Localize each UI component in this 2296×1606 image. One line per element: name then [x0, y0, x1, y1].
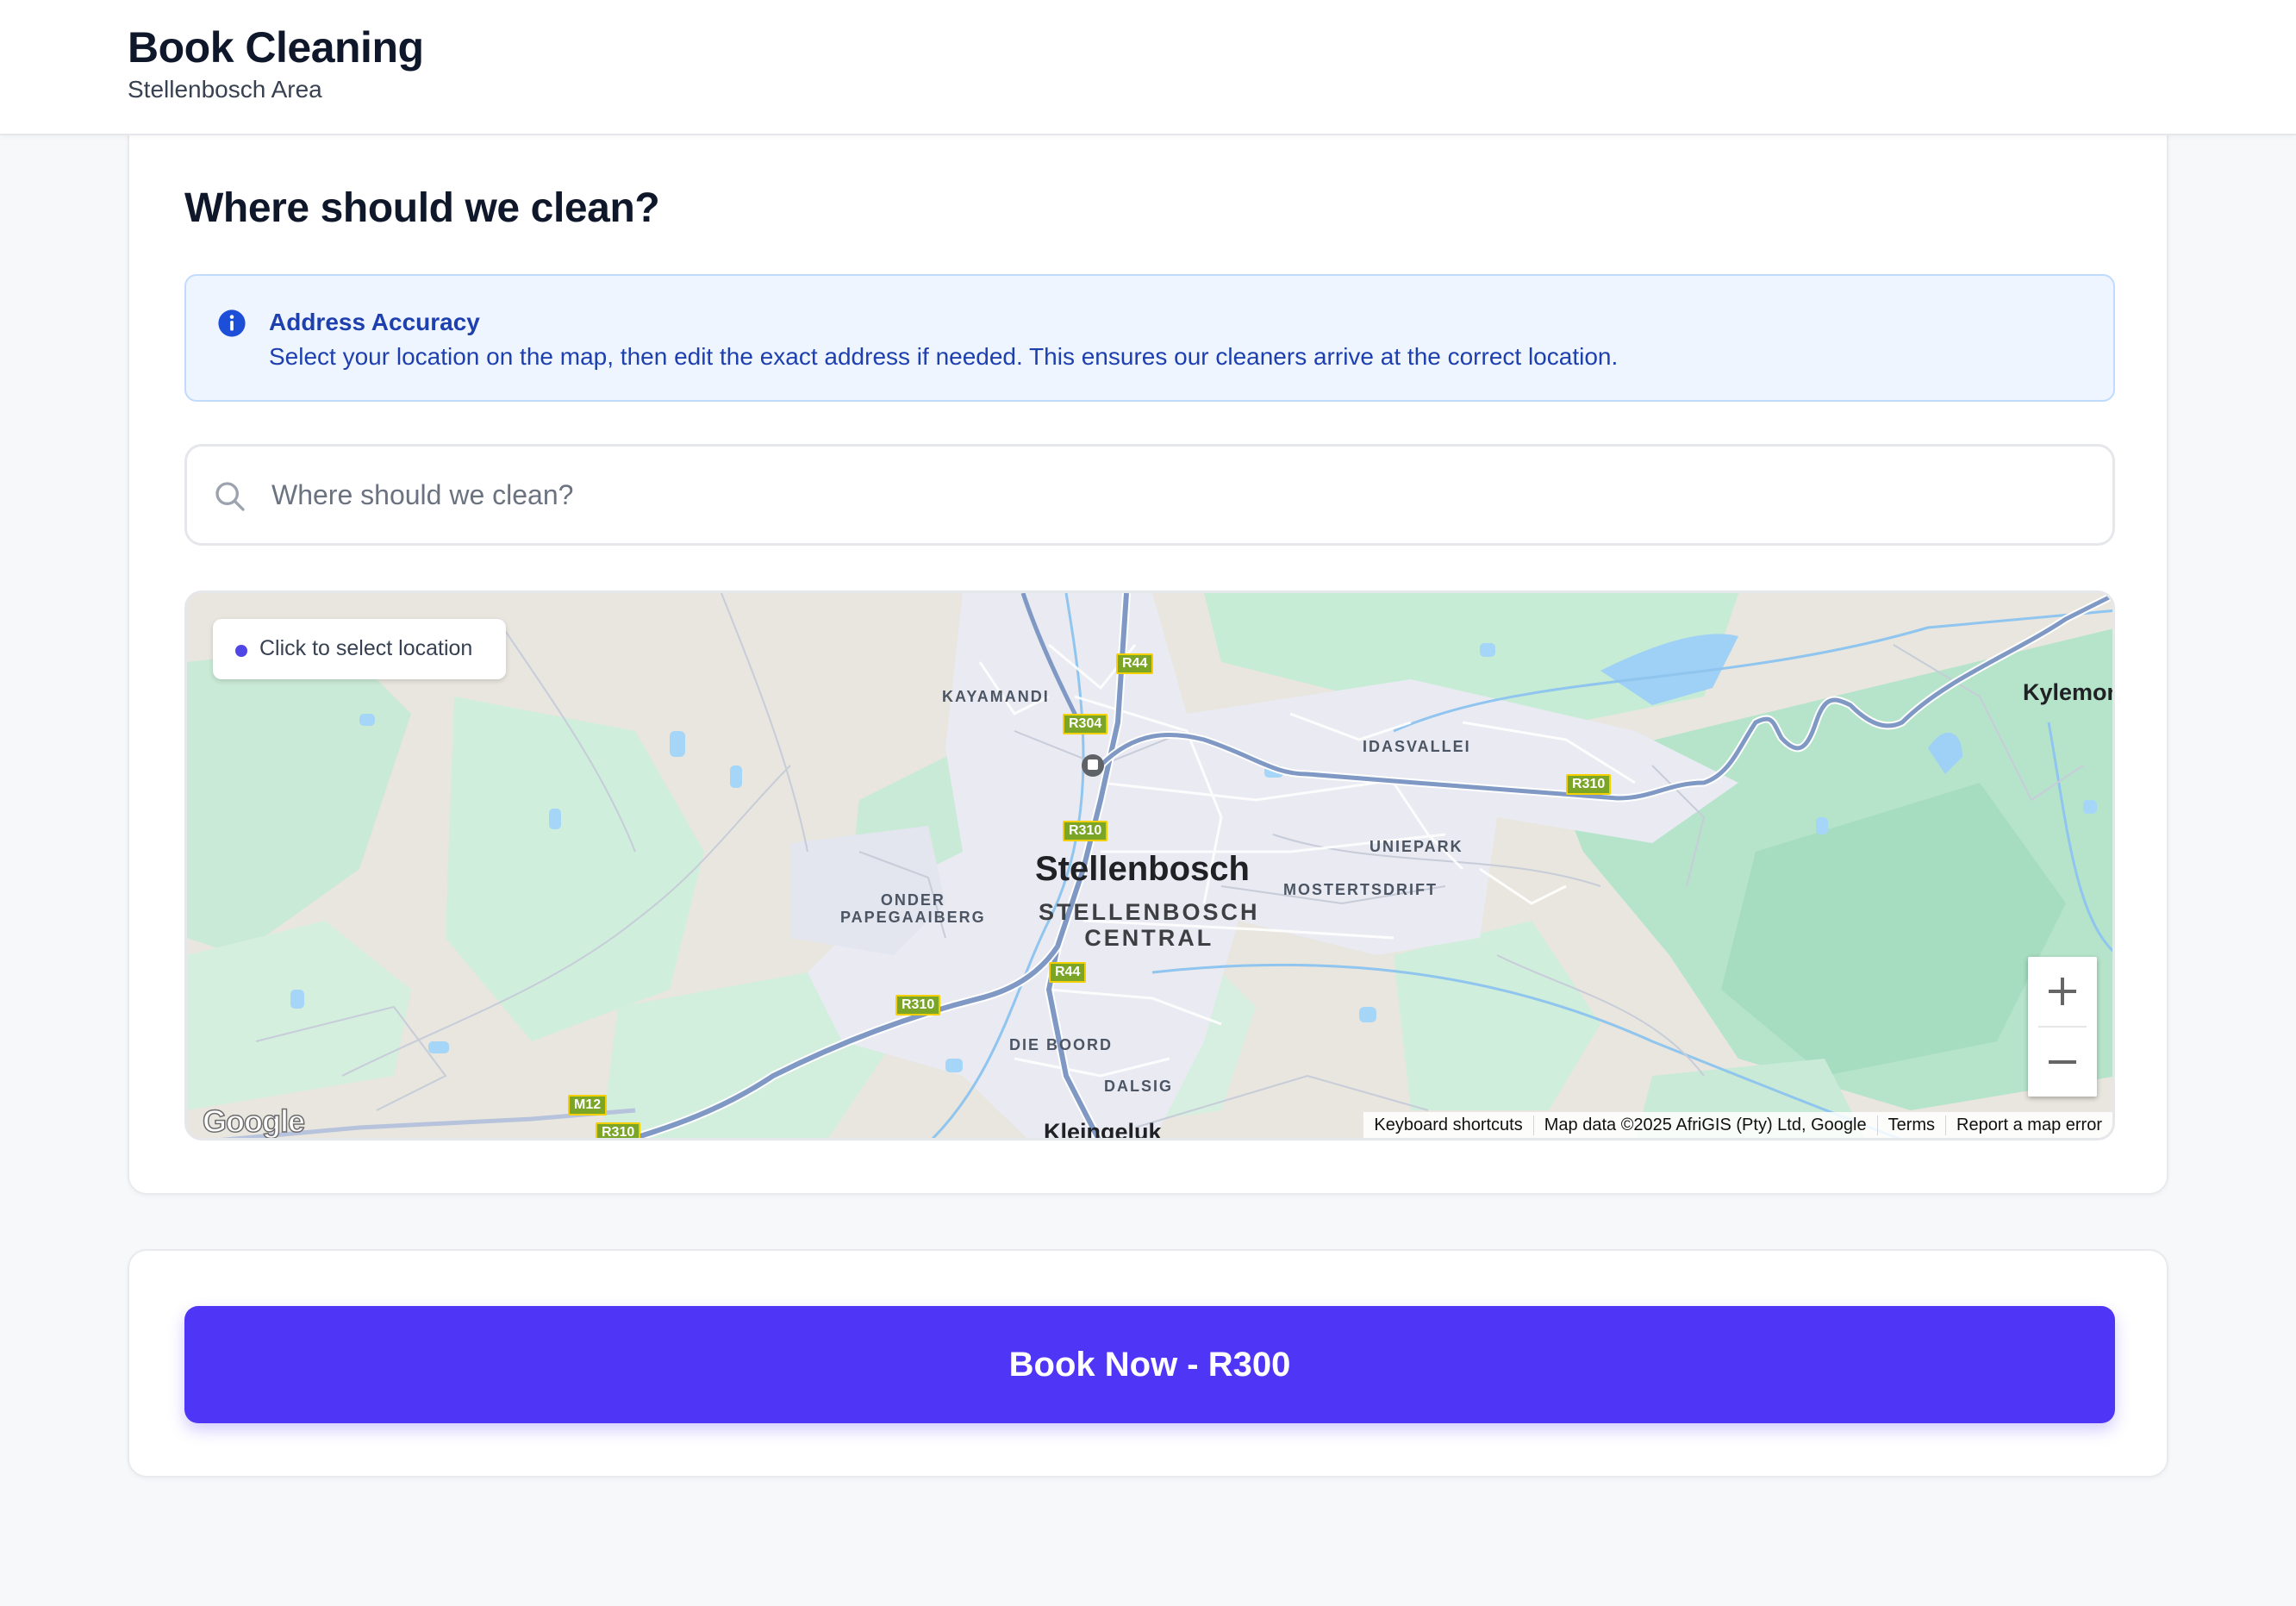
map-label-kleingeluk: Kleingeluk	[1044, 1119, 1162, 1140]
notice-title: Address Accuracy	[269, 309, 480, 335]
section-heading: Where should we clean?	[184, 185, 660, 231]
dot-icon	[235, 645, 247, 657]
search-icon	[215, 482, 245, 511]
page-title: Book Cleaning	[128, 23, 424, 72]
report-map-error-link[interactable]: Report a map error	[1945, 1115, 2112, 1135]
google-logo: Google	[202, 1103, 306, 1139]
map-label-die-boord: DIE BOORD	[1009, 1036, 1114, 1053]
map-hint-chip: Click to select location	[213, 619, 506, 679]
location-map[interactable]: KAYAMANDI IDASVALLEI UNIEPARK MOSTERTSDR…	[184, 591, 2115, 1140]
map-label-kylemor: Kylemor	[2023, 679, 2115, 705]
route-shield-m12: M12	[568, 1095, 608, 1115]
zoom-in-button[interactable]	[2028, 957, 2097, 1026]
book-now-button[interactable]: Book Now - R300	[184, 1306, 2115, 1423]
address-search-input[interactable]	[271, 464, 2081, 526]
zoom-out-button[interactable]	[2028, 1028, 2097, 1097]
app-header: Book Cleaning Stellenbosch Area	[0, 0, 2296, 135]
route-shield-r304: R304	[1063, 714, 1108, 734]
map-label-dalsig: DALSIG	[1104, 1078, 1174, 1095]
route-shield-r310: R310	[1063, 821, 1108, 841]
map-label-central-line2: CENTRAL	[1084, 925, 1214, 951]
map-label-stellenbosch: Stellenbosch	[1035, 850, 1250, 888]
notice-text: Select your location on the map, then ed…	[269, 343, 1619, 370]
info-icon	[218, 309, 246, 337]
route-shield-r310-bottom: R310	[596, 1122, 641, 1138]
map-label-mostertsdrift: MOSTERTSDRIFT	[1283, 881, 1438, 898]
route-shield-r310-west: R310	[895, 995, 941, 1015]
map-hint-text: Click to select location	[259, 636, 473, 660]
booking-card: Book Now - R300	[128, 1249, 2168, 1478]
map-label-onder-line1: ONDER	[880, 891, 945, 909]
route-shield-r310-east: R310	[1566, 774, 1612, 795]
map-attribution-bar: Keyboard shortcuts Map data ©2025 AfriGI…	[1363, 1112, 2112, 1138]
map-label-stellenbosch-central: STELLENBOSCH CENTRAL	[1039, 899, 1260, 951]
address-accuracy-notice: Address Accuracy Select your location on…	[184, 274, 2115, 402]
route-shield-r44-south: R44	[1049, 962, 1087, 983]
map-label-uniepark: UNIEPARK	[1369, 838, 1463, 855]
map-label-central-line1: STELLENBOSCH	[1039, 899, 1260, 925]
map-label-kayamandi: KAYAMANDI	[942, 688, 1050, 705]
map-label-idasvallei: IDASVALLEI	[1363, 738, 1471, 755]
map-zoom-control	[2028, 957, 2097, 1097]
map-data-credit: Map data ©2025 AfriGIS (Pty) Ltd, Google	[1532, 1115, 1877, 1135]
map-label-onder-papegaaiberg: ONDER PAPEGAAIBERG	[840, 891, 986, 926]
terms-link[interactable]: Terms	[1876, 1115, 1945, 1135]
address-search-box[interactable]	[184, 444, 2115, 546]
area-subtitle: Stellenbosch Area	[128, 76, 322, 103]
location-card: Where should we clean? Address Accuracy …	[128, 112, 2168, 1195]
route-shield-r44: R44	[1116, 653, 1154, 674]
map-label-onder-line2: PAPEGAAIBERG	[840, 909, 986, 926]
minus-icon	[2049, 1060, 2076, 1064]
keyboard-shortcuts-link[interactable]: Keyboard shortcuts	[1363, 1115, 1532, 1135]
plus-icon	[2049, 978, 2076, 1005]
